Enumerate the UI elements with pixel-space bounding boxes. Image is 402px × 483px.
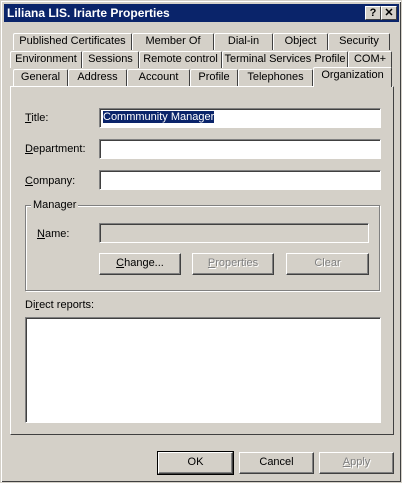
tab-security[interactable]: Security (328, 33, 390, 50)
tab-profile[interactable]: Profile (190, 69, 238, 86)
tab-address[interactable]: Address (68, 69, 127, 86)
tab-environment[interactable]: Environment (10, 51, 82, 68)
apply-button-label: Apply (342, 456, 371, 468)
ok-button[interactable]: OK (157, 451, 234, 475)
properties-button-label: Properties (207, 257, 259, 269)
tab-telephones[interactable]: Telephones (238, 69, 313, 86)
tab-account[interactable]: Account (127, 69, 190, 86)
tab-dial-in[interactable]: Dial-in (214, 33, 273, 50)
department-label: Department: (25, 143, 86, 155)
change-button-label: Change... (116, 257, 164, 269)
company-field[interactable] (99, 170, 381, 190)
direct-reports-list[interactable] (25, 317, 381, 423)
title-label: Title: (25, 112, 49, 124)
tab-member-of[interactable]: Member Of (132, 33, 214, 50)
manager-name-field (99, 223, 369, 243)
clear-button-label: Clear (314, 257, 341, 269)
direct-reports-label: Direct reports: (25, 299, 95, 311)
properties-dialog: Liliana LIS. Iriarte Properties ? ✕ Publ… (0, 0, 402, 483)
manager-name-label: Name: (37, 228, 70, 240)
tab-remote-control[interactable]: Remote control (139, 51, 222, 68)
manager-groupbox (25, 205, 380, 291)
change-button[interactable]: Change... (99, 253, 181, 275)
company-label: Company: (25, 175, 76, 187)
close-icon: ✕ (384, 7, 394, 19)
tab-com-plus[interactable]: COM+ (348, 51, 392, 68)
manager-group-title: Manager (31, 199, 79, 211)
department-field[interactable] (99, 139, 381, 159)
help-button[interactable]: ? (365, 6, 381, 20)
title-bar[interactable]: Liliana LIS. Iriarte Properties ? ✕ (4, 4, 399, 22)
close-button[interactable]: ✕ (381, 6, 397, 20)
title-value: Commmunity Manager (103, 111, 215, 123)
tab-organization[interactable]: Organization (313, 67, 392, 87)
tab-terminal-services-profile[interactable]: Terminal Services Profile (222, 51, 348, 68)
cancel-button[interactable]: Cancel (239, 452, 314, 474)
properties-button: Properties (192, 253, 274, 275)
clear-button: Clear (286, 253, 369, 275)
window-title: Liliana LIS. Iriarte Properties (7, 6, 170, 20)
tab-general[interactable]: General (13, 69, 68, 86)
tab-published-certificates[interactable]: Published Certificates (13, 33, 132, 50)
apply-button: Apply (319, 452, 394, 474)
organization-panel: Title: Commmunity Manager Department: Co… (10, 86, 394, 435)
title-field[interactable]: Commmunity Manager (99, 108, 381, 128)
tab-sessions[interactable]: Sessions (82, 51, 139, 68)
tab-object[interactable]: Object (273, 33, 328, 50)
